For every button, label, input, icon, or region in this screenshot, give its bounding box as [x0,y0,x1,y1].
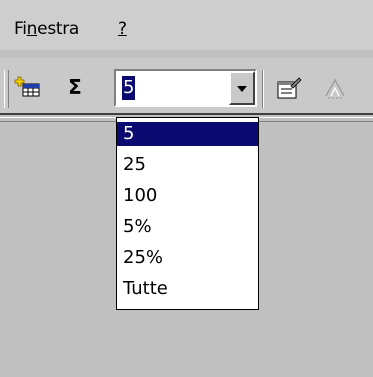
dropdown-option[interactable]: 5% [117,215,258,239]
sum-button[interactable]: Σ [60,72,90,102]
dropdown-option[interactable]: 25% [117,246,258,270]
properties-icon [277,77,302,99]
new-table-icon [14,76,40,97]
build-icon [325,78,345,99]
chevron-down-icon [237,86,247,92]
menu-finestra-accel: n [26,19,38,39]
sigma-icon: Σ [68,75,82,99]
dropdown-option[interactable]: Tutte [117,277,258,301]
top-values-dropdown-list: 5 25 100 5% 25% Tutte [116,117,259,310]
menu-finestra[interactable]: Finestra [14,18,79,40]
menu-bar: Finestra ? [0,0,373,50]
top-values-combobox[interactable]: 5 [114,69,257,107]
build-button[interactable] [320,74,350,104]
toolbar-divider [0,113,373,115]
properties-button[interactable] [274,74,304,104]
menu-finestra-pre: Fi [14,19,27,39]
toolbar-separator [262,70,264,108]
combo-value[interactable]: 5 [122,76,136,100]
dropdown-option[interactable]: 25 [117,153,258,177]
toolbar-grip[interactable] [4,70,9,108]
dropdown-option[interactable]: 5 [117,122,258,146]
combo-dropdown-button[interactable] [229,71,255,105]
new-table-button[interactable] [14,72,44,102]
menu-help[interactable]: ? [118,18,127,40]
menu-help-accel: ? [118,19,127,39]
menu-finestra-post: estra [37,19,80,39]
dropdown-option[interactable]: 100 [117,184,258,208]
